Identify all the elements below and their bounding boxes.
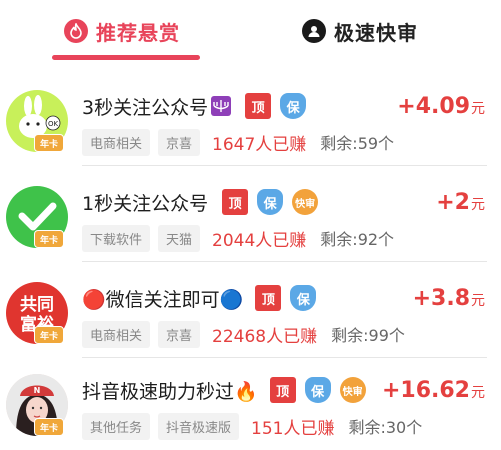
earned-count: 151人已赚 xyxy=(251,418,335,439)
category-tag: 电商相关 xyxy=(82,320,151,348)
task-title: 抖音极速助力秒过🔥 xyxy=(82,380,258,403)
fast-review-badge: 快审 xyxy=(339,377,366,403)
reward: +4.09 元 xyxy=(397,94,485,124)
task-row[interactable]: 共同 富裕 年卡 🔴微信关注即可🔵 顶 保 +3.8 元 电商相关 京喜 224… xyxy=(0,262,501,358)
annual-card-badge: 年卡 xyxy=(34,326,64,344)
task-row[interactable]: OK 年卡 3秒关注公众号 顶 保 +4.09 元 电商相关 京喜 1647人已… xyxy=(0,70,501,166)
fast-review-badge: 快审 xyxy=(292,189,319,215)
svg-text:N: N xyxy=(34,386,41,395)
tab-recommended[interactable]: 推荐悬赏 xyxy=(64,10,180,52)
guarantee-badge: 保 xyxy=(257,189,284,215)
fire-icon xyxy=(64,19,88,43)
avatar-text-line1: 共同 xyxy=(20,295,54,315)
platform-tag: 抖音极速版 xyxy=(158,412,240,440)
earned-count: 22468人已赚 xyxy=(212,326,318,347)
category-tag: 其他任务 xyxy=(82,412,151,440)
task-row[interactable]: 年卡 1秒关注公众号 顶 保 快审 +2 元 下载软件 天猫 2044人已赚 剩… xyxy=(0,166,501,262)
tab-fast-review-label: 极速快审 xyxy=(334,20,418,45)
reward-unit: 元 xyxy=(471,197,485,213)
remaining-count: 剩余:92个 xyxy=(320,230,395,249)
annual-card-badge: 年卡 xyxy=(34,134,64,152)
avatar-ok-text: OK xyxy=(48,120,59,128)
reward-amount: +3.8 xyxy=(412,286,470,311)
reward-amount: +16.62 xyxy=(381,378,470,403)
reward-amount: +4.09 xyxy=(397,94,470,119)
remaining-count: 剩余:99个 xyxy=(331,326,405,345)
guarantee-badge: 保 xyxy=(290,285,317,311)
reward-unit: 元 xyxy=(471,101,485,117)
tab-fast-review[interactable]: 极速快审 xyxy=(302,10,418,52)
annual-card-badge: 年卡 xyxy=(34,418,64,436)
annual-card-badge: 年卡 xyxy=(34,230,64,248)
remaining-count: 剩余:59个 xyxy=(320,134,395,153)
earned-count: 2044人已赚 xyxy=(212,230,307,251)
top-badge: 顶 xyxy=(255,285,282,311)
active-tab-indicator xyxy=(52,55,200,60)
task-title: 1秒关注公众号 xyxy=(82,192,209,215)
platform-tag: 京喜 xyxy=(158,320,201,348)
reward: +16.62 元 xyxy=(382,378,485,408)
reward-unit: 元 xyxy=(471,385,485,401)
reward-unit: 元 xyxy=(471,293,485,309)
task-title: 3秒关注公众号 xyxy=(82,96,209,119)
remaining-count: 剩余:30个 xyxy=(348,418,423,437)
top-badge: 顶 xyxy=(245,93,272,119)
reward-amount: +2 xyxy=(436,190,470,215)
tab-recommended-label: 推荐悬赏 xyxy=(96,20,180,45)
earned-count: 1647人已赚 xyxy=(212,134,307,155)
task-title: 🔴微信关注即可🔵 xyxy=(82,288,244,311)
reward: +3.8 元 xyxy=(413,286,485,316)
user-icon xyxy=(302,19,326,43)
top-badge: 顶 xyxy=(222,189,249,215)
top-badge: 顶 xyxy=(269,377,296,403)
menorah-icon xyxy=(211,96,232,116)
platform-tag: 京喜 xyxy=(158,128,201,156)
check-icon xyxy=(18,202,57,231)
category-tag: 电商相关 xyxy=(82,128,151,156)
tab-bar: 推荐悬赏 极速快审 xyxy=(0,0,501,62)
guarantee-badge: 保 xyxy=(280,93,307,119)
platform-tag: 天猫 xyxy=(158,224,201,252)
guarantee-badge: 保 xyxy=(304,377,331,403)
reward: +2 元 xyxy=(436,190,485,220)
task-row[interactable]: N 年卡 抖音极速助力秒过🔥 顶 保 快审 +16.62 元 其他任务 抖音极速… xyxy=(0,354,501,450)
category-tag: 下载软件 xyxy=(82,224,151,252)
